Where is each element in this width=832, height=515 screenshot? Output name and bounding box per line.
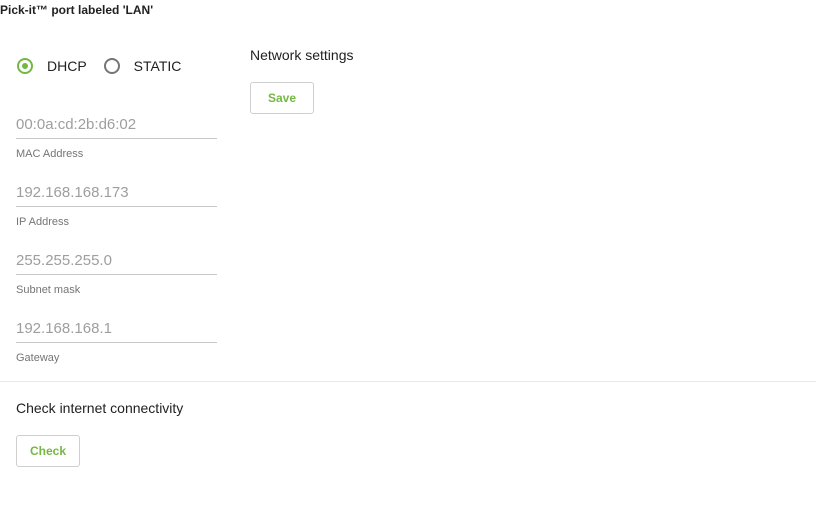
port-title: Pick-it™ port labeled 'LAN' bbox=[0, 3, 154, 17]
network-settings-heading: Network settings bbox=[250, 47, 354, 63]
mac-address-field: 00:0a:cd:2b:d6:02 MAC Address bbox=[16, 113, 217, 160]
dhcp-radio[interactable]: DHCP bbox=[16, 58, 87, 74]
mac-address-value: 00:0a:cd:2b:d6:02 bbox=[16, 113, 217, 139]
static-radio-label[interactable]: STATIC bbox=[134, 58, 182, 74]
static-radio[interactable]: STATIC bbox=[103, 58, 182, 74]
gateway-caption: Gateway bbox=[16, 352, 60, 364]
connectivity-heading: Check internet connectivity bbox=[16, 400, 184, 416]
section-divider bbox=[0, 381, 816, 382]
ip-address-value: 192.168.168.173 bbox=[16, 181, 217, 207]
radio-unchecked-icon[interactable] bbox=[103, 58, 120, 74]
dhcp-radio-label[interactable]: DHCP bbox=[47, 58, 87, 74]
mac-address-caption: MAC Address bbox=[16, 148, 84, 160]
ip-mode-radio-group: DHCP STATIC bbox=[16, 58, 197, 74]
gateway-field: 192.168.168.1 Gateway bbox=[16, 317, 217, 364]
subnet-mask-caption: Subnet mask bbox=[16, 284, 81, 296]
radio-checked-icon[interactable] bbox=[17, 58, 33, 74]
subnet-mask-value: 255.255.255.0 bbox=[16, 249, 217, 275]
gateway-value: 192.168.168.1 bbox=[16, 317, 217, 343]
subnet-mask-field: 255.255.255.0 Subnet mask bbox=[16, 249, 217, 296]
ip-address-caption: IP Address bbox=[16, 216, 69, 228]
network-settings-page: Pick-it™ port labeled 'LAN' DHCP STATIC … bbox=[0, 0, 832, 515]
save-button[interactable]: Save bbox=[250, 82, 314, 114]
ip-address-field: 192.168.168.173 IP Address bbox=[16, 181, 217, 228]
check-connectivity-button[interactable]: Check bbox=[16, 435, 80, 467]
